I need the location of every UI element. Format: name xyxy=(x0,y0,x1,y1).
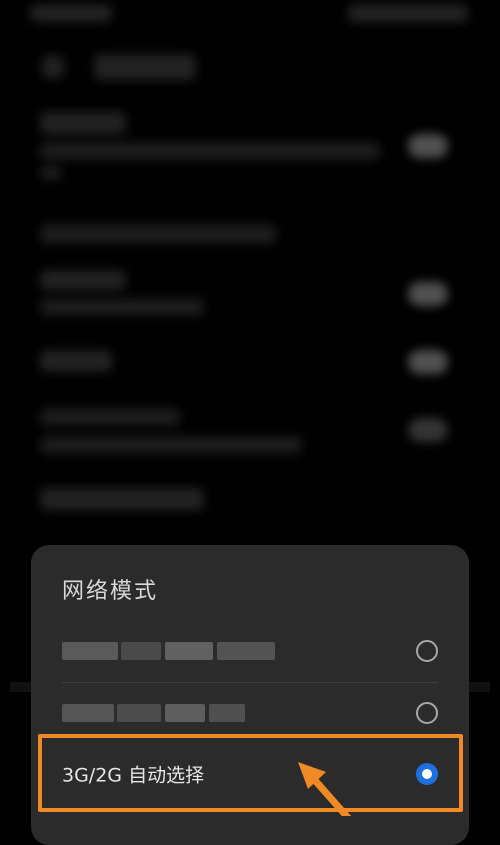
pointer-arrow-icon xyxy=(298,762,352,816)
